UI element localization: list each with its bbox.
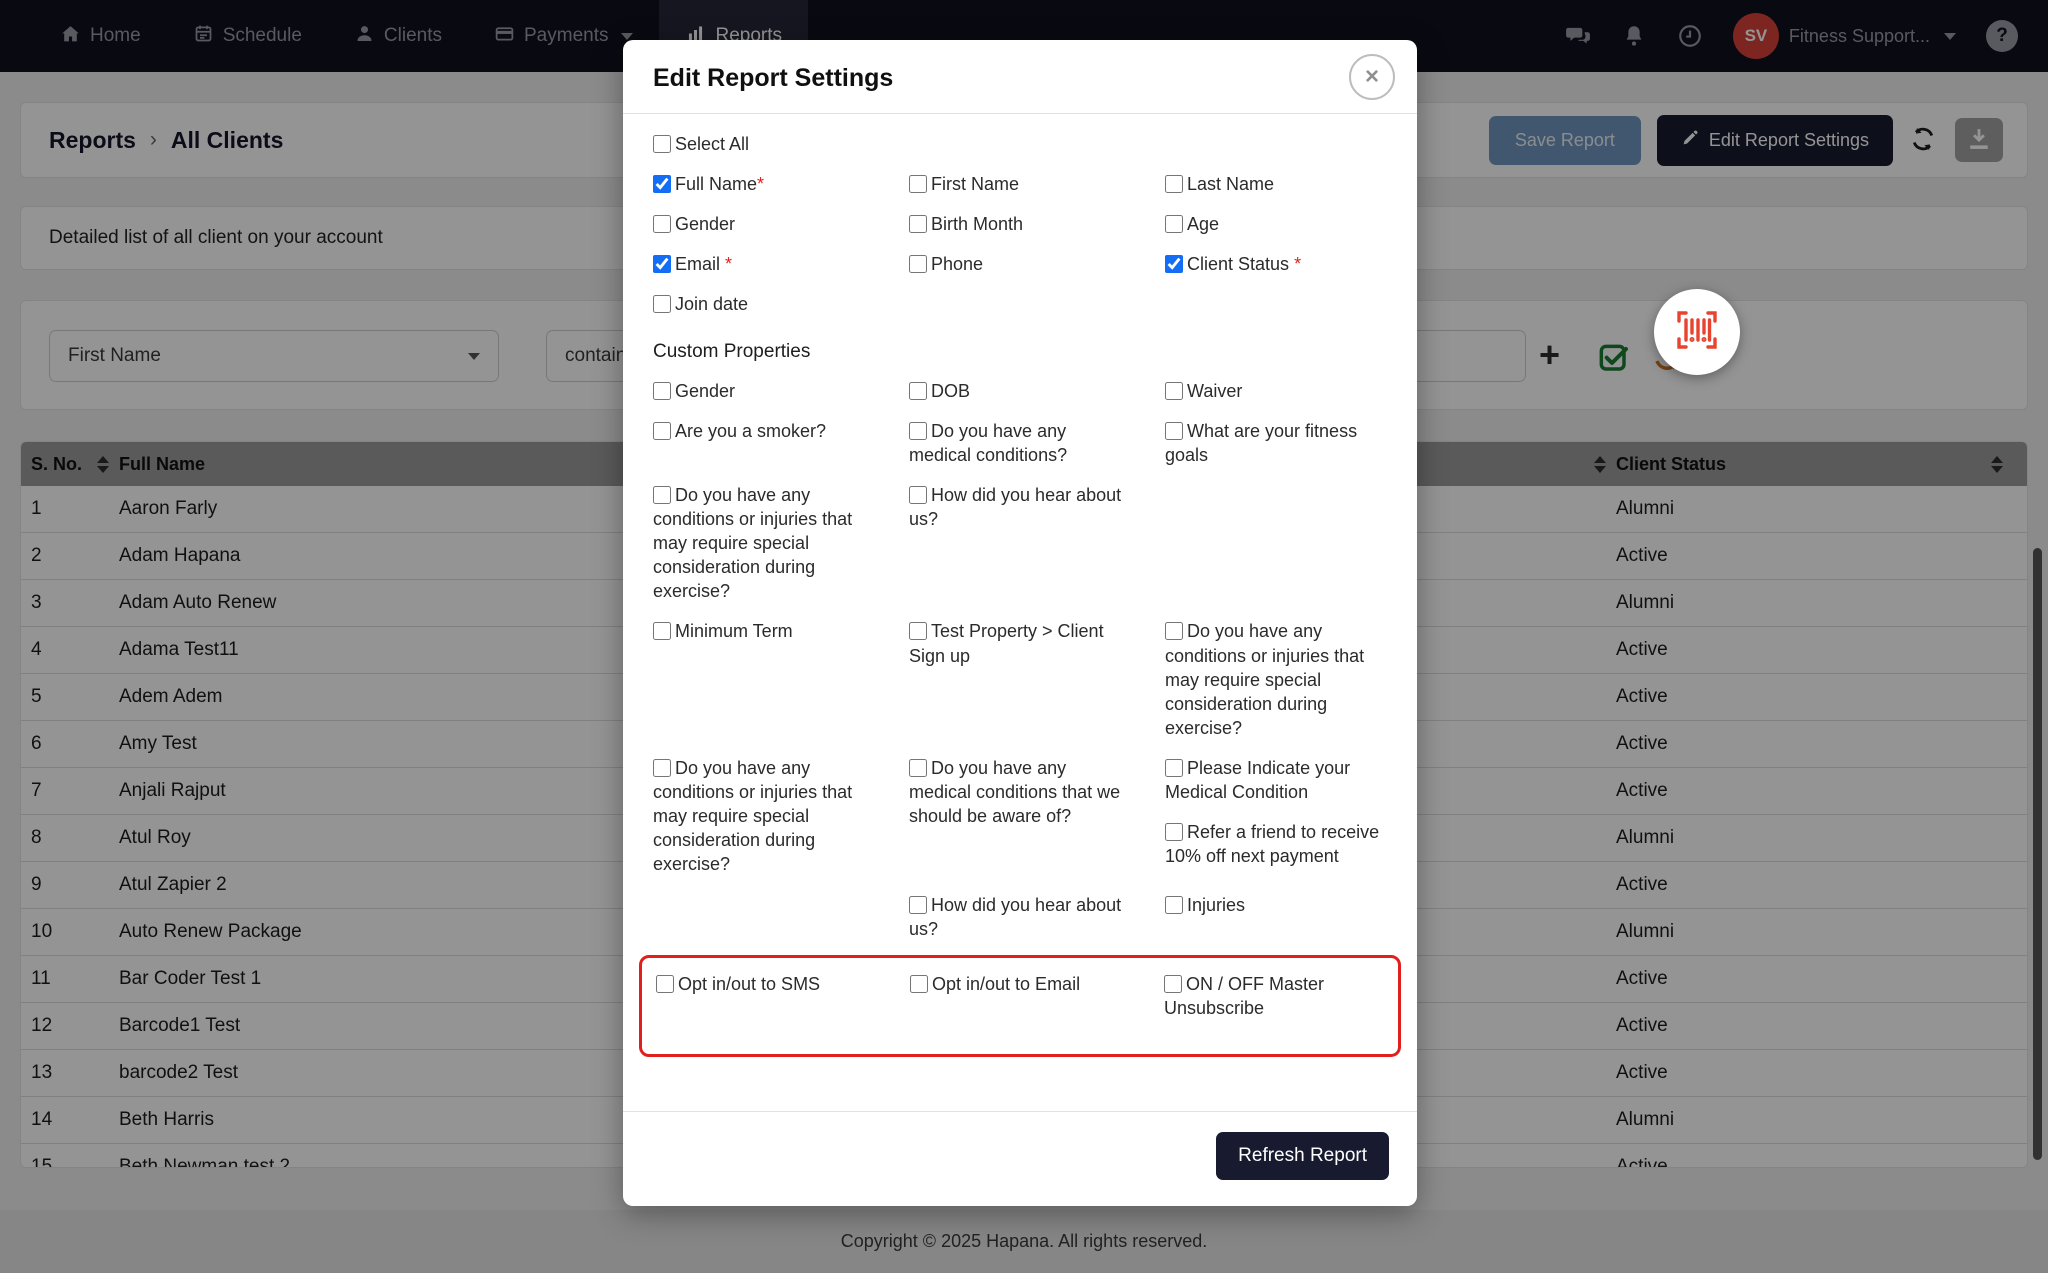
checkbox[interactable] xyxy=(909,215,927,233)
checkbox[interactable] xyxy=(1165,422,1183,440)
checkbox-last-name[interactable]: Last Name xyxy=(1165,172,1387,196)
checkbox-opt-sms[interactable]: Opt in/out to SMS xyxy=(656,972,876,996)
checkbox-hear-about-us-2[interactable]: How did you hear about us? xyxy=(909,893,1131,941)
checkbox[interactable] xyxy=(653,295,671,313)
checkbox-refer-friend[interactable]: Refer a friend to receive 10% off next p… xyxy=(1165,820,1387,868)
checkbox[interactable] xyxy=(909,486,927,504)
checkbox-fitness-goals[interactable]: What are your fitness goals xyxy=(1165,419,1387,467)
checkbox-medical-conditions[interactable]: Do you have any medical conditions? xyxy=(909,419,1131,467)
modal-title: Edit Report Settings xyxy=(653,64,1387,93)
checkbox[interactable] xyxy=(653,382,671,400)
checkbox-select-all[interactable]: Select All xyxy=(653,132,875,156)
checkbox[interactable] xyxy=(909,759,927,777)
checkbox-conditions-injuries-1[interactable]: Do you have any conditions or injuries t… xyxy=(653,483,875,604)
checkbox-waiver[interactable]: Waiver xyxy=(1165,379,1387,403)
modal-header: Edit Report Settings × xyxy=(623,40,1417,114)
checkbox[interactable] xyxy=(1165,215,1183,233)
checkbox[interactable] xyxy=(1165,896,1183,914)
checkbox-cp-gender[interactable]: Gender xyxy=(653,379,875,403)
checkbox[interactable] xyxy=(909,175,927,193)
checkbox-opt-email[interactable]: Opt in/out to Email xyxy=(910,972,1130,996)
checkbox[interactable] xyxy=(910,975,928,993)
checkbox-client-status[interactable]: Client Status * xyxy=(1165,252,1387,276)
refresh-report-button[interactable]: Refresh Report xyxy=(1216,1132,1389,1180)
modal-body: Select All Full Name* First Name Last Na… xyxy=(623,114,1417,1067)
close-icon[interactable]: × xyxy=(1349,54,1395,100)
checkbox-birth-month[interactable]: Birth Month xyxy=(909,212,1131,236)
checkbox[interactable] xyxy=(1165,175,1183,193)
checkbox[interactable] xyxy=(1165,759,1183,777)
edit-report-settings-modal: Edit Report Settings × Select All Full N… xyxy=(623,40,1417,1206)
checkbox-first-name[interactable]: First Name xyxy=(909,172,1131,196)
checkbox-injuries[interactable]: Injuries xyxy=(1165,893,1387,917)
checkbox[interactable] xyxy=(909,422,927,440)
checkbox[interactable] xyxy=(1164,975,1182,993)
checkbox-phone[interactable]: Phone xyxy=(909,252,1131,276)
checkbox[interactable] xyxy=(653,422,671,440)
checkbox[interactable] xyxy=(653,215,671,233)
checkbox-conditions-injuries-3[interactable]: Do you have any conditions or injuries t… xyxy=(653,756,875,877)
checkbox-test-property-client-signup[interactable]: Test Property > Client Sign up xyxy=(909,619,1131,667)
highlighted-options-box: Opt in/out to SMS Opt in/out to Email ON… xyxy=(639,955,1401,1057)
checkbox-hear-about-us-1[interactable]: How did you hear about us? xyxy=(909,483,1131,531)
checkbox-conditions-injuries-2[interactable]: Do you have any conditions or injuries t… xyxy=(1165,619,1387,740)
checkbox-master-unsubscribe[interactable]: ON / OFF Master Unsubscribe xyxy=(1164,972,1384,1020)
checkbox-smoker[interactable]: Are you a smoker? xyxy=(653,419,875,443)
barcode-spotlight-button[interactable] xyxy=(1654,289,1740,375)
checkbox[interactable] xyxy=(909,622,927,640)
checkbox[interactable] xyxy=(656,975,674,993)
checkbox-full-name[interactable]: Full Name* xyxy=(653,172,875,196)
checkbox[interactable] xyxy=(909,255,927,273)
checkbox[interactable] xyxy=(653,486,671,504)
checkbox[interactable] xyxy=(1165,255,1183,273)
checkbox-email[interactable]: Email * xyxy=(653,252,875,276)
custom-properties-heading: Custom Properties xyxy=(653,341,1387,363)
checkbox-indicate-medical-condition[interactable]: Please Indicate your Medical Condition xyxy=(1165,756,1387,804)
checkbox[interactable] xyxy=(653,175,671,193)
checkbox[interactable] xyxy=(1165,382,1183,400)
checkbox[interactable] xyxy=(909,896,927,914)
modal-footer: Refresh Report xyxy=(623,1111,1417,1206)
checkbox[interactable] xyxy=(1165,622,1183,640)
barcode-scan-icon xyxy=(1673,306,1721,359)
checkbox-join-date[interactable]: Join date xyxy=(653,292,875,316)
checkbox-age[interactable]: Age xyxy=(1165,212,1387,236)
checkbox-gender[interactable]: Gender xyxy=(653,212,875,236)
checkbox[interactable] xyxy=(653,759,671,777)
checkbox[interactable] xyxy=(653,135,671,153)
checkbox[interactable] xyxy=(653,622,671,640)
checkbox-dob[interactable]: DOB xyxy=(909,379,1131,403)
checkbox[interactable] xyxy=(653,255,671,273)
checkbox[interactable] xyxy=(909,382,927,400)
checkbox-medical-conditions-aware[interactable]: Do you have any medical conditions that … xyxy=(909,756,1131,828)
checkbox-minimum-term[interactable]: Minimum Term xyxy=(653,619,875,643)
checkbox[interactable] xyxy=(1165,823,1183,841)
